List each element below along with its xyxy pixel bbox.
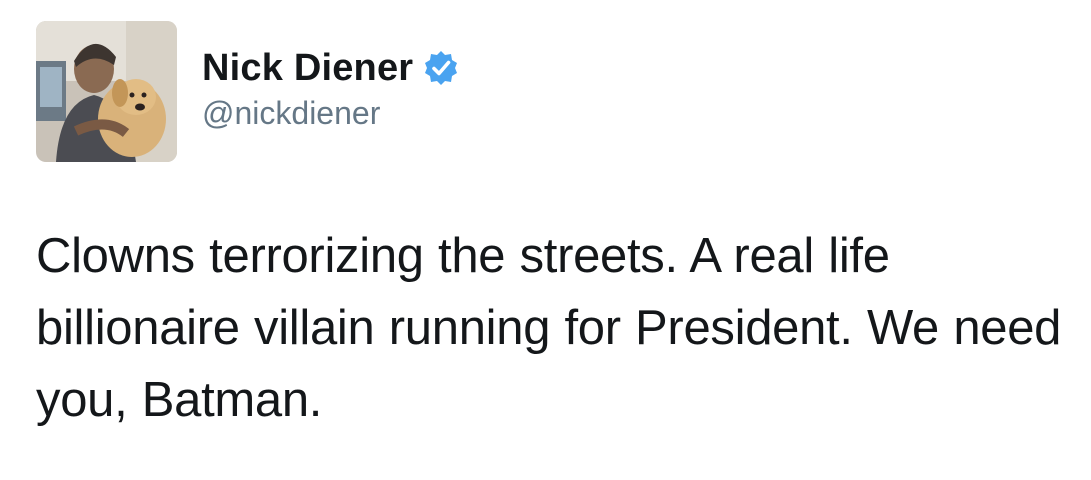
profile-photo-icon bbox=[36, 21, 177, 162]
author-name-row[interactable]: Nick Diener bbox=[202, 44, 460, 92]
author-display-name[interactable]: Nick Diener bbox=[202, 47, 413, 90]
author-avatar[interactable] bbox=[36, 21, 177, 162]
verified-badge-icon bbox=[422, 49, 460, 87]
tweet-card: Nick Diener @nickdiener Clowns terrorizi… bbox=[0, 0, 1091, 480]
tweet-text: Clowns terrorizing the streets. A real l… bbox=[36, 229, 1062, 427]
author-handle[interactable]: @nickdiener bbox=[202, 95, 380, 132]
